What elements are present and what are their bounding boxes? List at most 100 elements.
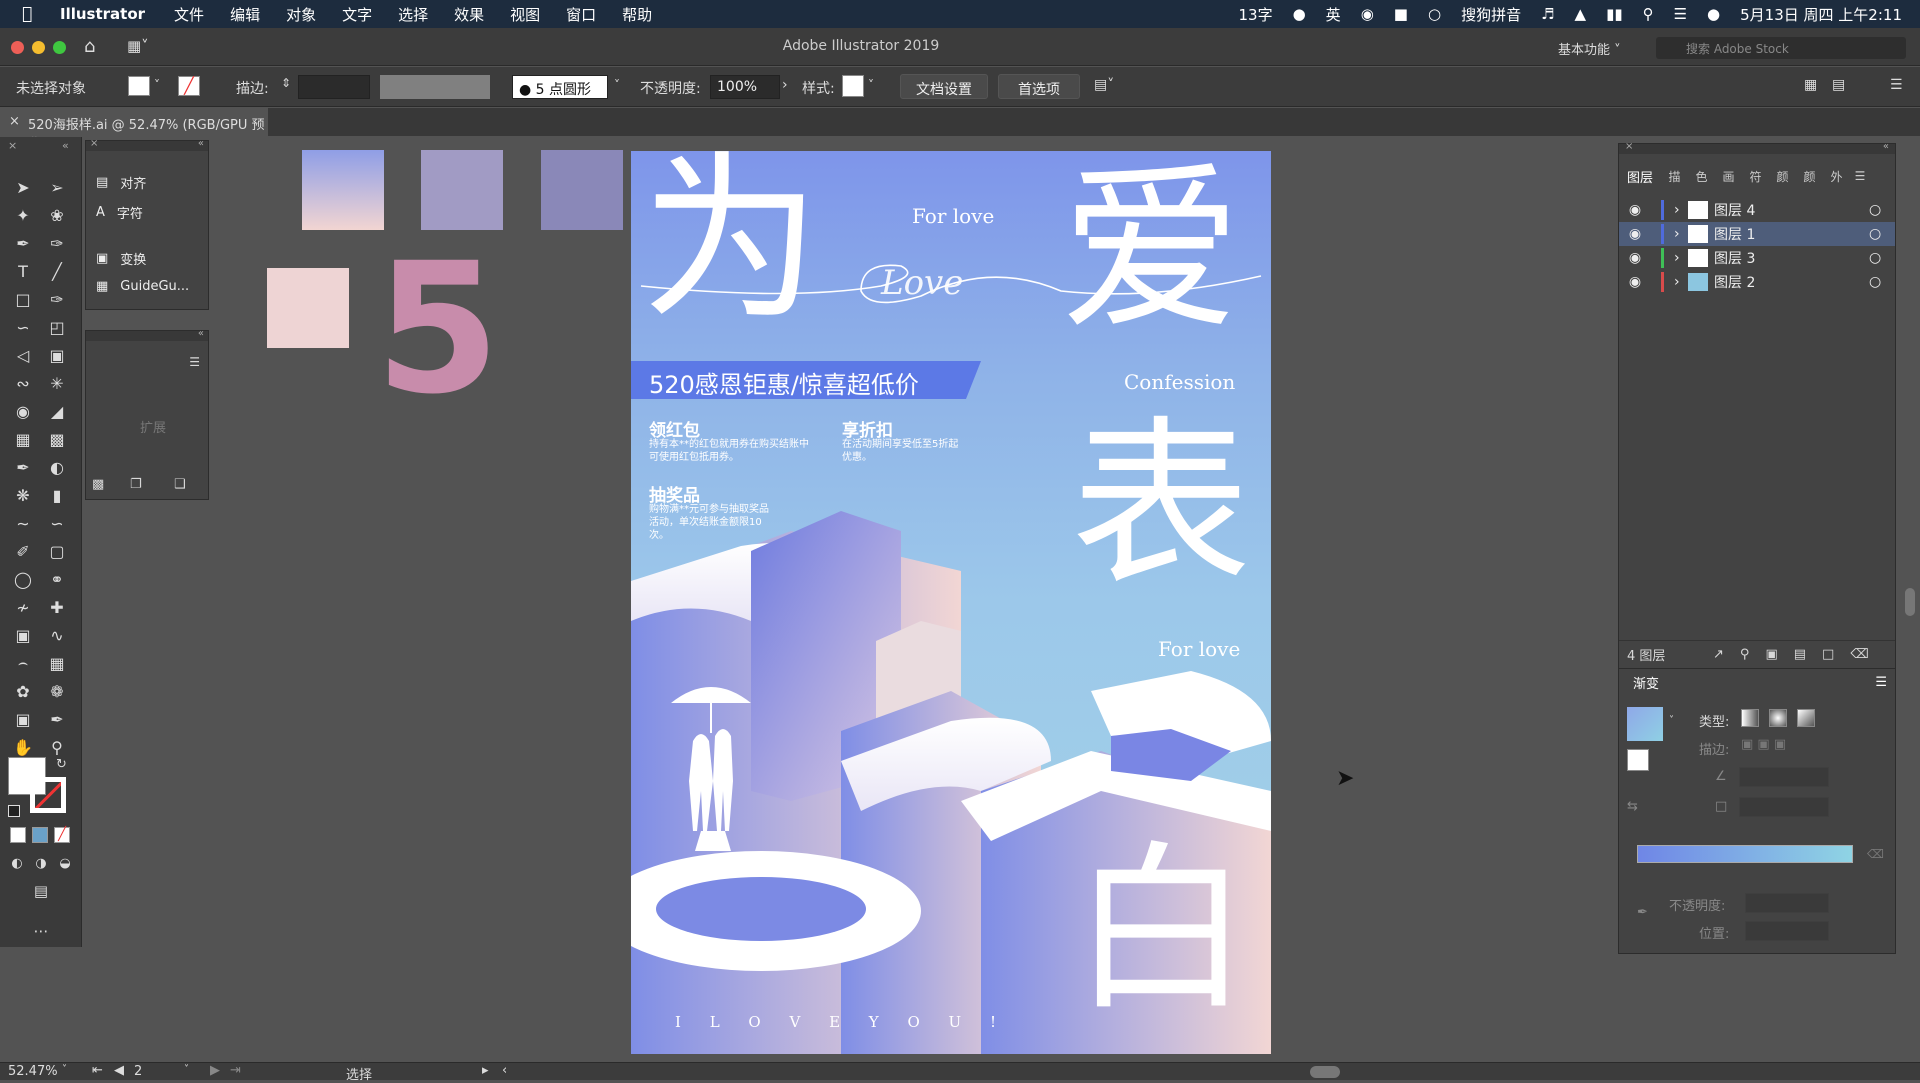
locate-object-icon[interactable]: ⚲ [1740, 647, 1750, 662]
layer-row[interactable]: ◉ › 图层 3 ○ [1619, 246, 1895, 270]
panel-header[interactable]: × « [1619, 141, 1895, 154]
freeform-gradient-icon[interactable] [1797, 709, 1815, 727]
linear-gradient-icon[interactable] [1741, 709, 1759, 727]
new-sublayer-icon[interactable]: ▤ [1794, 647, 1806, 662]
collapse-panel-icon[interactable]: « [1883, 141, 1889, 152]
menu-edit[interactable]: 编辑 [230, 4, 260, 25]
menu-object[interactable]: 对象 [286, 4, 316, 25]
layer-row[interactable]: ◉ › 图层 4 ○ [1619, 198, 1895, 222]
stroke-none-swatch[interactable]: ╱ [178, 76, 200, 96]
color-swatch-purple[interactable] [541, 150, 623, 230]
artboard-grid-icon[interactable]: ▦ [44, 651, 70, 675]
divide-icon[interactable]: ▩ [92, 477, 104, 492]
panel-menu-icon[interactable]: ☰ [1890, 77, 1903, 93]
curvature-tool-icon[interactable]: ✑ [44, 231, 70, 255]
chevron-right-icon[interactable]: ▸ [482, 1063, 489, 1078]
panel-header[interactable]: « [86, 328, 208, 341]
document-tab[interactable]: × 520海报样.ai @ 52.47% (RGB/GPU 预览) [0, 108, 268, 152]
artboard-poster[interactable]: 为 爱 表 白 For love Love Confession For lov… [631, 151, 1271, 1054]
workspace-switcher[interactable]: 基本功能 ˅ [1558, 39, 1621, 58]
spiral-tool-icon[interactable]: ❁ [44, 679, 70, 703]
panel-header[interactable]: 渐变 ☰ [1619, 669, 1895, 695]
close-panel-icon[interactable]: × [8, 139, 17, 152]
document-setup-button[interactable]: 文档设置 [900, 74, 988, 99]
default-colors-icon[interactable] [8, 805, 20, 817]
gradient-mode-icon[interactable] [32, 827, 48, 843]
variable-width-profile[interactable] [380, 75, 490, 99]
horizontal-scrollbar-thumb[interactable] [1310, 1066, 1340, 1078]
symbol-sprayer-tool-icon[interactable]: ❋ [10, 483, 36, 507]
scroll-left-icon[interactable]: ‹ [502, 1063, 507, 1078]
shaper-tool-icon[interactable]: ∽ [10, 315, 36, 339]
clipping-mask-icon[interactable]: ▣ [1765, 647, 1777, 662]
stop-opacity-input[interactable] [1745, 893, 1829, 913]
sogou-input-indicator[interactable]: 搜狗拼音 [1461, 4, 1521, 25]
none-mode-icon[interactable]: ╱ [54, 827, 70, 843]
scale-tool-icon[interactable]: ▣ [44, 343, 70, 367]
reflect-tool-icon[interactable]: ◁ [10, 343, 36, 367]
menu-file[interactable]: 文件 [174, 4, 204, 25]
collapse-panel-icon[interactable]: « [62, 139, 69, 152]
panel-item-transform[interactable]: ▣ 变换 [96, 249, 146, 268]
input-lang-indicator[interactable]: 英 [1326, 4, 1341, 25]
target-icon[interactable]: ○ [1869, 274, 1895, 290]
draw-inside-icon[interactable]: ◒ [52, 851, 78, 875]
target-icon[interactable]: ○ [1869, 202, 1895, 218]
layer-row[interactable]: ◉ › 图层 2 ○ [1619, 270, 1895, 294]
panel-item-align[interactable]: ▤ 对齐 [96, 173, 146, 192]
layer-row-selected[interactable]: ◉ › 图层 1 ○ [1619, 222, 1895, 246]
panel-header[interactable]: × « [86, 138, 208, 151]
draw-behind-icon[interactable]: ◑ [28, 851, 54, 875]
layer-name[interactable]: 图层 3 [1714, 248, 1869, 268]
rectangle-tool-icon[interactable]: □ [10, 287, 36, 311]
target-icon[interactable]: ○ [1869, 226, 1895, 242]
tab-swatches[interactable]: 颜 [1769, 168, 1796, 185]
current-tool-status[interactable]: 选择 [346, 1064, 372, 1083]
fill-stroke-toggle[interactable] [1627, 749, 1649, 771]
gradient-fill-preview[interactable] [1627, 707, 1663, 741]
color-swatch-lavender[interactable] [421, 150, 503, 230]
graphic-style-swatch[interactable] [842, 75, 864, 97]
draw-normal-icon[interactable]: ◐ [4, 851, 30, 875]
first-artboard-icon[interactable]: ⇤ [92, 1063, 103, 1078]
chevron-down-icon[interactable]: ˅ [1669, 715, 1674, 726]
previous-artboard-icon[interactable]: ◀ [114, 1063, 124, 1078]
warp-tool-icon[interactable]: ∾ [10, 371, 36, 395]
chevron-right-icon[interactable]: › [1674, 274, 1688, 290]
fill-color-swatch[interactable] [128, 76, 150, 96]
aspect-ratio-input[interactable] [1739, 797, 1829, 817]
stroke-stepper-icon[interactable]: ⇕ [281, 76, 291, 90]
width-tool-icon[interactable]: ∼ [10, 511, 36, 535]
direct-selection-tool-icon[interactable]: ➢ [44, 175, 70, 199]
chevron-right-icon[interactable]: › [782, 77, 788, 93]
tab-brushes[interactable]: 画 [1715, 168, 1742, 185]
delete-icon[interactable]: ⌫ [1850, 647, 1868, 662]
collapse-panel-icon[interactable]: « [198, 138, 204, 149]
gradient-slider[interactable] [1637, 845, 1853, 863]
battery-icon[interactable]: ▮▮ [1606, 5, 1623, 23]
collapse-panel-icon[interactable]: « [198, 328, 204, 339]
eraser-tool-icon[interactable]: ◰ [44, 315, 70, 339]
menu-help[interactable]: 帮助 [622, 4, 652, 25]
tab-appearance[interactable]: 外 [1823, 168, 1850, 185]
app-icon[interactable]: ■ [1394, 5, 1408, 23]
stroke-gradient-options[interactable]: ▣ ▣ ▣ [1741, 737, 1786, 752]
stroke-weight-input[interactable] [298, 75, 370, 99]
blend-tool-icon[interactable]: ◐ [44, 455, 70, 479]
expand-button[interactable]: 扩展 [140, 417, 166, 436]
panel-menu-icon[interactable]: ☰ [1875, 675, 1887, 690]
layer-name[interactable]: 图层 2 [1714, 272, 1869, 292]
volume-icon[interactable]: ♬ [1541, 5, 1554, 23]
vertical-scrollbar-thumb[interactable] [1905, 588, 1915, 616]
big-five-sample[interactable]: 5 [375, 240, 500, 420]
ellipse-tool-icon[interactable]: ◯ [10, 567, 36, 591]
close-panel-icon[interactable]: × [1625, 141, 1633, 152]
bluetooth-icon[interactable]: ▲ [1575, 5, 1587, 23]
layer-name[interactable]: 图层 1 [1714, 224, 1869, 244]
merge-icon[interactable]: ❑ [174, 477, 186, 492]
anchor-tool-icon[interactable]: ✚ [44, 595, 70, 619]
column-graph-tool-icon[interactable]: ▮ [44, 483, 70, 507]
artboard-tool-icon[interactable]: ▣ [10, 707, 36, 731]
lasso-tool-icon[interactable]: ❀ [44, 203, 70, 227]
menu-effect[interactable]: 效果 [454, 4, 484, 25]
